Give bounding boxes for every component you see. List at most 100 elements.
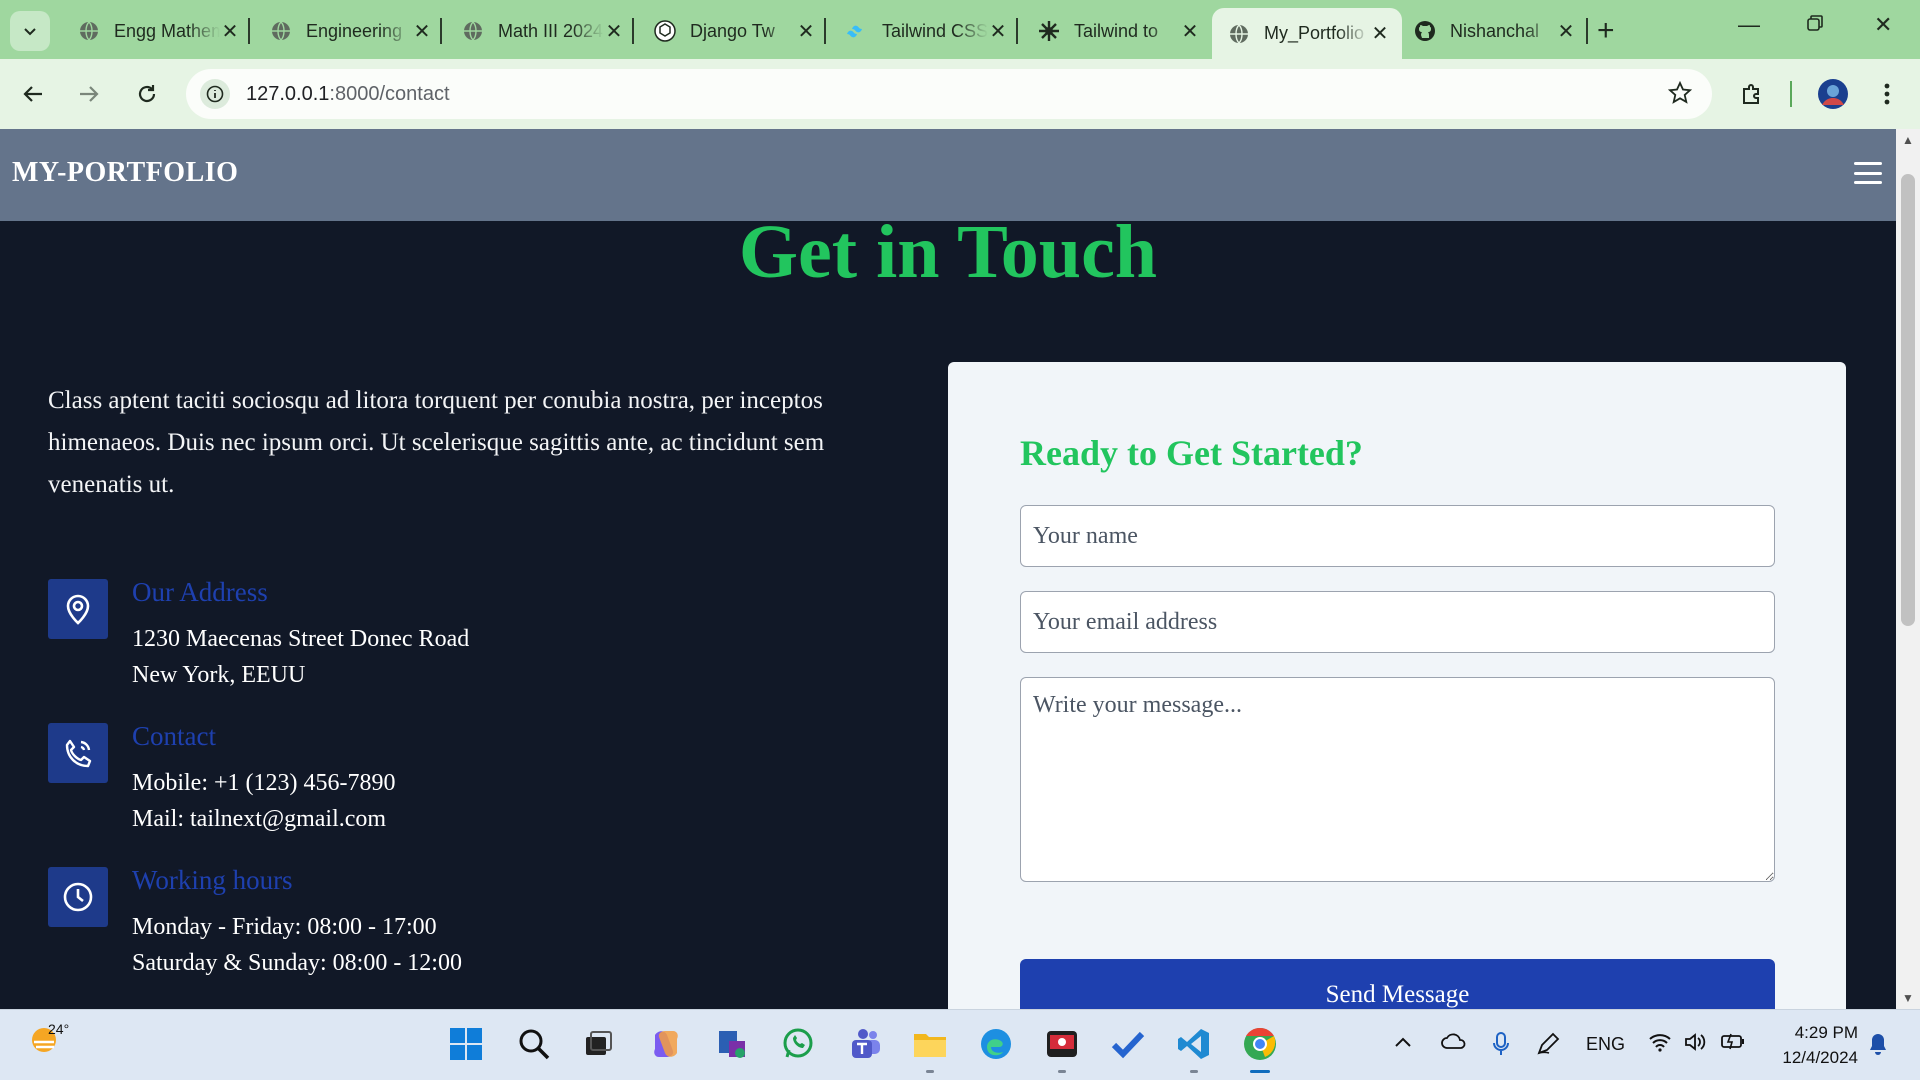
start-button[interactable] xyxy=(446,1024,486,1064)
name-input[interactable] xyxy=(1020,505,1775,567)
file-explorer-app[interactable] xyxy=(910,1024,950,1073)
copilot-app[interactable] xyxy=(646,1024,686,1064)
tab-title: Django Tw xyxy=(690,20,775,41)
pen-icon xyxy=(1537,1032,1560,1055)
tab-math-iii[interactable]: Math III 2024 ✕ xyxy=(446,10,636,52)
vscode-app[interactable] xyxy=(1174,1024,1214,1073)
contact-form-card: Ready to Get Started? Send Message xyxy=(948,362,1846,1009)
system-clock[interactable]: 4:29 PM 12/4/2024 xyxy=(1768,1020,1858,1070)
chrome-app[interactable] xyxy=(1240,1024,1280,1073)
tab-engg-math[interactable]: Engg Mathematics ✕ xyxy=(62,10,252,52)
minimize-button[interactable]: — xyxy=(1738,12,1760,38)
globe-icon xyxy=(462,20,484,42)
email-input[interactable] xyxy=(1020,591,1775,653)
todo-app[interactable] xyxy=(1108,1024,1148,1064)
chevron-down-icon xyxy=(24,28,36,36)
hamburger-menu-icon[interactable] xyxy=(1854,162,1882,184)
more-vertical-icon xyxy=(1884,83,1890,105)
microphone-icon xyxy=(1493,1032,1509,1055)
scroll-down-arrow-icon[interactable]: ▼ xyxy=(1902,991,1914,1005)
reload-button[interactable] xyxy=(130,77,164,111)
tab-title: Tailwind CSS xyxy=(882,20,988,41)
toolbar-divider xyxy=(1790,81,1792,107)
notifications-button[interactable] xyxy=(1868,1032,1888,1062)
contact-mobile: Mobile: +1 (123) 456-7890 xyxy=(132,770,396,796)
restore-button[interactable] xyxy=(1806,12,1824,38)
send-message-button[interactable]: Send Message xyxy=(1020,959,1775,1009)
onedrive-tray[interactable] xyxy=(1440,1032,1466,1056)
copilot-icon xyxy=(654,1031,678,1057)
clock-date: 12/4/2024 xyxy=(1782,1048,1858,1067)
page-scrollbar[interactable]: ▲ ▼ xyxy=(1896,129,1920,1009)
tab-close-icon[interactable]: ✕ xyxy=(796,19,816,44)
tab-close-icon[interactable]: ✕ xyxy=(412,19,432,44)
clock-icon xyxy=(48,867,108,927)
tab-engineering[interactable]: Engineering ✕ xyxy=(254,10,444,52)
new-tab-button[interactable]: + xyxy=(1597,14,1615,48)
tab-strip: Engg Mathematics ✕ Engineering ✕ Math II… xyxy=(0,0,1920,59)
address-bar[interactable]: 127.0.0.1:8000/contact xyxy=(186,69,1712,119)
close-window-button[interactable]: ✕ xyxy=(1874,12,1892,38)
whatsapp-app[interactable] xyxy=(778,1024,818,1064)
input-language[interactable]: ENG xyxy=(1586,1034,1625,1055)
tab-close-icon[interactable]: ✕ xyxy=(1556,19,1576,44)
address-title: Our Address xyxy=(132,577,268,607)
browser-menu-button[interactable] xyxy=(1870,77,1904,111)
tailwind-icon xyxy=(846,20,868,42)
edge-app[interactable] xyxy=(976,1024,1016,1064)
running-indicator xyxy=(1058,1070,1066,1073)
tab-my-portfolio[interactable]: My_Portfolio ✕ xyxy=(1212,8,1402,59)
globe-icon xyxy=(270,20,292,42)
task-view-icon xyxy=(586,1031,612,1055)
tab-close-icon[interactable]: ✕ xyxy=(1370,21,1390,46)
url-text[interactable]: 127.0.0.1:8000/contact xyxy=(246,83,450,106)
github-icon xyxy=(1414,20,1436,42)
map-pin-icon xyxy=(48,579,108,639)
recorder-app[interactable] xyxy=(1042,1024,1082,1073)
show-hidden-icons-button[interactable] xyxy=(1394,1032,1412,1054)
wifi-tray[interactable] xyxy=(1648,1032,1672,1058)
pen-tray[interactable] xyxy=(1536,1032,1560,1062)
task-view-button[interactable] xyxy=(578,1024,618,1064)
taskbar-search-button[interactable] xyxy=(514,1024,554,1064)
globe-icon xyxy=(78,20,100,42)
back-button[interactable] xyxy=(16,77,50,111)
working-hours-title: Working hours xyxy=(132,865,293,895)
taskbar-app-store[interactable] xyxy=(712,1024,752,1064)
microphone-tray[interactable] xyxy=(1492,1032,1510,1062)
tab-separator xyxy=(632,18,634,44)
profile-avatar[interactable] xyxy=(1816,77,1850,111)
clock-time: 4:29 PM xyxy=(1794,1023,1858,1042)
tab-title: Math III 2024 xyxy=(498,20,604,41)
tab-close-icon[interactable]: ✕ xyxy=(220,19,240,44)
tab-tailwind-to[interactable]: Tailwind to ✕ xyxy=(1022,10,1212,52)
volume-tray[interactable] xyxy=(1684,1032,1706,1058)
speaker-icon xyxy=(1685,1033,1706,1051)
site-brand[interactable]: MY-PORTFOLIO xyxy=(12,157,238,189)
scroll-thumb[interactable] xyxy=(1901,174,1915,626)
tab-close-icon[interactable]: ✕ xyxy=(1180,19,1200,44)
hours-weekend: Saturday & Sunday: 08:00 - 12:00 xyxy=(132,950,462,976)
teams-app[interactable] xyxy=(844,1024,884,1064)
contact-mail: Mail: tailnext@gmail.com xyxy=(132,806,387,832)
windows-logo-icon xyxy=(450,1028,482,1060)
scroll-up-arrow-icon[interactable]: ▲ xyxy=(1902,133,1914,147)
bookmark-star-icon[interactable] xyxy=(1667,80,1693,110)
forward-button[interactable] xyxy=(72,77,106,111)
site-info-icon[interactable] xyxy=(200,79,230,109)
message-textarea[interactable] xyxy=(1020,677,1775,882)
running-indicator xyxy=(926,1070,934,1073)
tab-search-button[interactable] xyxy=(10,11,50,51)
extensions-button[interactable] xyxy=(1736,77,1770,111)
tab-tailwind-css[interactable]: Tailwind CSS ✕ xyxy=(830,10,1020,52)
browser-toolbar: 127.0.0.1:8000/contact xyxy=(0,59,1920,129)
vscode-icon xyxy=(1178,1029,1209,1059)
tab-django[interactable]: Django Tw ✕ xyxy=(638,10,828,52)
tab-github[interactable]: Nishanchal ✕ xyxy=(1398,10,1588,52)
battery-tray[interactable] xyxy=(1720,1032,1746,1056)
tab-close-icon[interactable]: ✕ xyxy=(604,19,624,44)
tab-close-icon[interactable]: ✕ xyxy=(988,19,1008,44)
avatar-icon xyxy=(1818,79,1848,109)
screen-recorder-icon xyxy=(1047,1031,1077,1057)
restore-icon xyxy=(1807,15,1823,31)
